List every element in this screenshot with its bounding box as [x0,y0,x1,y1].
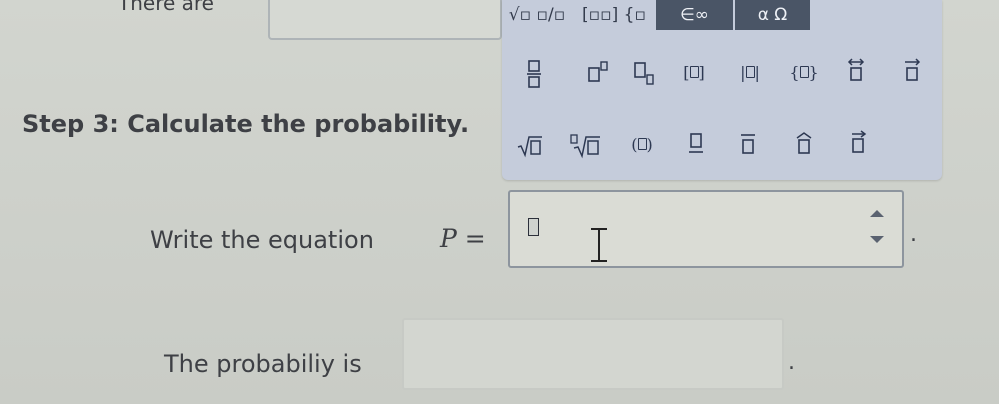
underline-button[interactable] [676,128,716,160]
tab-basic-math[interactable]: √▫ ▫/▫ [502,0,572,30]
brackets-button[interactable]: [] [674,56,714,88]
probability-input[interactable] [402,318,784,390]
braces-button[interactable]: {} [784,56,824,88]
overline-button[interactable] [728,128,768,160]
probability-period: . [788,350,795,375]
step-heading: Step 3: Calculate the probability. [22,110,470,138]
equation-prompt: Write the equation [150,226,374,254]
tab-matrix[interactable]: [▫▫] {▫ [574,0,654,30]
previous-answer-input[interactable] [268,0,502,40]
spinner-down-icon[interactable] [870,236,884,243]
spinner-up-icon[interactable] [870,210,884,217]
subscript-button[interactable] [624,58,664,90]
vector-arrow-button[interactable] [838,126,878,158]
square-root-button[interactable] [510,130,550,162]
nth-root-button[interactable] [566,130,606,162]
equation-input[interactable] [508,190,904,268]
math-placeholder-box[interactable] [528,218,539,236]
vector-overarrow-button[interactable] [892,54,932,86]
previous-sentence-text: There are [118,0,214,15]
equation-period: . [910,222,917,247]
palette-tabs: √▫ ▫/▫ [▫▫] {▫ ∈∞ α Ω [502,0,810,34]
superscript-button[interactable] [578,56,618,88]
fraction-button[interactable] [514,58,554,90]
tab-greek-letters[interactable]: α Ω [735,0,810,30]
parentheses-button[interactable]: () [622,128,662,160]
absolute-value-button[interactable]: | | [730,56,770,88]
equation-lhs: P = [440,224,486,253]
math-symbol-palette: √▫ ▫/▫ [▫▫] {▫ ∈∞ α Ω [] | | {} () [502,0,942,180]
hat-button[interactable] [784,128,824,160]
tab-set-symbols[interactable]: ∈∞ [656,0,733,30]
line-overarrow-button[interactable] [836,54,876,86]
probability-prompt: The probabiliy is [164,350,362,378]
text-cursor-icon [591,228,607,262]
